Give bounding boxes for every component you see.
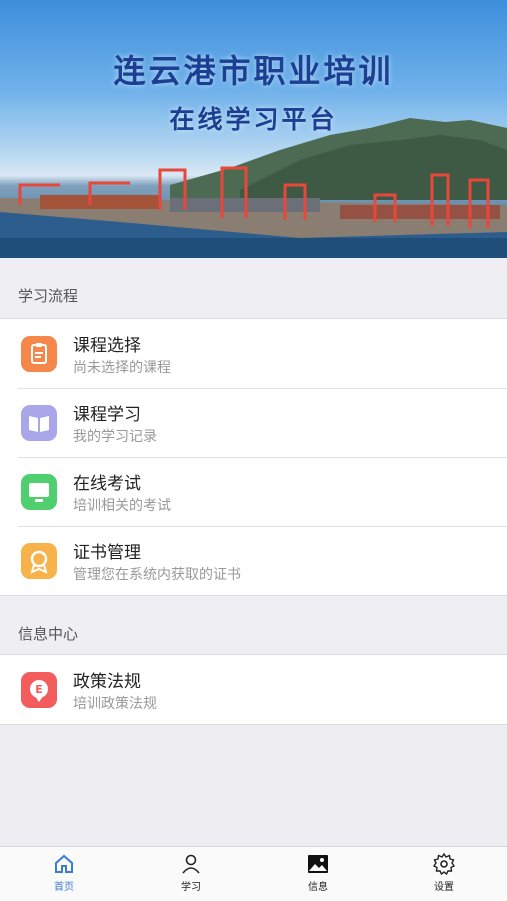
user-icon — [179, 852, 203, 876]
item-subtitle: 尚未选择的课程 — [73, 360, 171, 376]
item-subtitle: 管理您在系统内获取的证书 — [73, 567, 241, 583]
monitor-icon — [21, 474, 57, 510]
tab-label: 首页 — [54, 882, 74, 893]
item-title: 课程选择 — [73, 336, 141, 356]
learning-list: 课程选择 尚未选择的课程 课程学习 我的学习记录 在线考试 培训相关的考试 证书… — [0, 318, 507, 596]
bottom-tab-bar: 首页 学习 信息 设置 — [0, 846, 507, 901]
item-title: 课程学习 — [73, 405, 141, 425]
item-subtitle: 培训相关的考试 — [73, 498, 171, 514]
item-subtitle: 我的学习记录 — [73, 429, 157, 445]
tab-study[interactable]: 学习 — [151, 847, 231, 901]
item-title: 在线考试 — [73, 474, 141, 494]
tab-settings[interactable]: 设置 — [404, 847, 484, 901]
image-icon — [306, 852, 330, 876]
svg-text:E: E — [35, 683, 43, 696]
home-icon — [52, 852, 76, 876]
policy-icon: E — [21, 672, 57, 708]
item-title: 政策法规 — [73, 672, 141, 692]
list-item-course-selection[interactable]: 课程选择 尚未选择的课程 — [0, 319, 507, 388]
gear-icon — [432, 852, 456, 876]
tab-label: 学习 — [181, 882, 201, 893]
section-header-info: 信息中心 — [0, 596, 507, 656]
app-title: 连云港市职业培训 — [113, 52, 394, 90]
list-item-certificate[interactable]: 证书管理 管理您在系统内获取的证书 — [0, 526, 507, 595]
app-subtitle: 在线学习平台 — [169, 105, 338, 134]
clipboard-icon — [21, 336, 57, 372]
tab-info[interactable]: 信息 — [278, 847, 358, 901]
certificate-icon — [21, 543, 57, 579]
section-header-learning: 学习流程 — [0, 258, 507, 318]
section-title: 学习流程 — [18, 287, 79, 305]
tab-label: 信息 — [308, 882, 328, 893]
info-list: E 政策法规 培训政策法规 — [0, 654, 507, 725]
tab-home[interactable]: 首页 — [24, 847, 104, 901]
tab-label: 设置 — [434, 882, 454, 893]
item-subtitle: 培训政策法规 — [73, 696, 157, 712]
list-item-online-exam[interactable]: 在线考试 培训相关的考试 — [0, 457, 507, 526]
header-banner: 连云港市职业培训 在线学习平台 — [0, 0, 507, 258]
list-item-course-study[interactable]: 课程学习 我的学习记录 — [0, 388, 507, 457]
item-title: 证书管理 — [73, 543, 141, 563]
book-icon — [21, 405, 57, 441]
list-item-policy[interactable]: E 政策法规 培训政策法规 — [0, 655, 507, 724]
section-title: 信息中心 — [18, 625, 79, 643]
